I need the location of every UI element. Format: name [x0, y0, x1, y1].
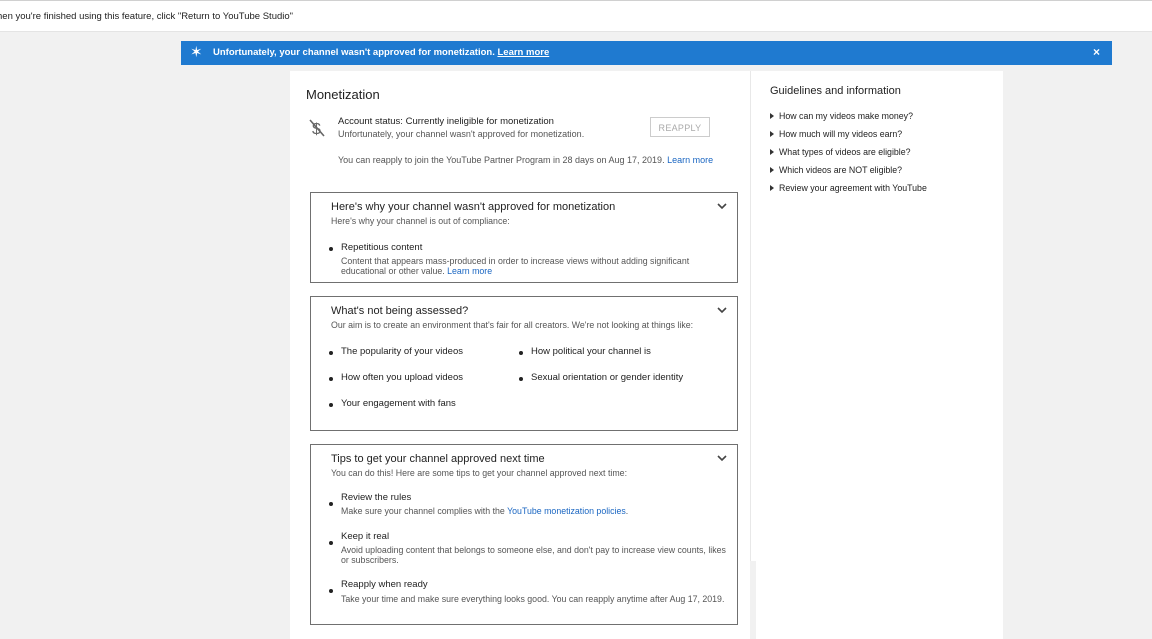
guideline-item[interactable]: What types of videos are eligible?: [770, 147, 911, 157]
bullet: [329, 377, 333, 381]
tip-description: Make sure your channel complies with the…: [341, 506, 735, 516]
guideline-label: Which videos are NOT eligible?: [779, 165, 903, 175]
tip-desc-text: Make sure your channel complies with the: [341, 506, 508, 516]
caret-right-icon: [770, 112, 774, 119]
no-dollar-icon: $: [309, 119, 325, 138]
why-learn-more-link[interactable]: Learn more: [447, 266, 492, 276]
top-notice-text: hen you're finished using this feature, …: [0, 11, 294, 22]
bullet: [329, 589, 333, 593]
why-item-title: Repetitious content: [341, 242, 423, 253]
banner-text: Unfortunately, your channel wasn't appro…: [213, 47, 549, 58]
monetization-card: Monetization $ Account status: Currently…: [290, 71, 750, 639]
banner-learn-more-link[interactable]: Learn more: [497, 47, 549, 58]
why-panel-title: Here's why your channel wasn't approved …: [331, 201, 616, 213]
chevron-down-icon[interactable]: [717, 203, 727, 210]
assessed-item: How political your channel is: [531, 346, 651, 357]
bullet: [329, 502, 333, 506]
caret-right-icon: [770, 130, 774, 137]
why-item-desc-text: Content that appears mass-produced in or…: [341, 256, 690, 276]
star-icon: ✶: [190, 44, 203, 61]
tips-panel-title: Tips to get your channel approved next t…: [331, 453, 545, 465]
caret-right-icon: [770, 148, 774, 155]
close-icon[interactable]: ×: [1093, 45, 1100, 59]
not-assessed-panel: What's not being assessed? Our aim is to…: [310, 296, 738, 431]
assessed-item: Sexual orientation or gender identity: [531, 372, 684, 383]
reapply-note-text: You can reapply to join the YouTube Part…: [338, 155, 665, 165]
reapply-button[interactable]: REAPPLY: [650, 117, 710, 137]
tips-panel-subtitle: You can do this! Here are some tips to g…: [331, 468, 628, 478]
guideline-item[interactable]: Which videos are NOT eligible?: [770, 165, 902, 175]
guideline-item[interactable]: How can my videos make money?: [770, 111, 913, 121]
banner-message: Unfortunately, your channel wasn't appro…: [213, 47, 495, 58]
guidelines-title: Guidelines and information: [770, 85, 901, 97]
tips-panel: Tips to get your channel approved next t…: [310, 444, 738, 625]
why-item-description: Content that appears mass-produced in or…: [341, 256, 735, 276]
guideline-item[interactable]: Review your agreement with YouTube: [770, 183, 927, 193]
reapply-learn-more-link[interactable]: Learn more: [667, 155, 713, 165]
guideline-label: How can my videos make money?: [779, 111, 913, 121]
guideline-label: How much will my videos earn?: [779, 129, 903, 139]
bullet: [329, 403, 333, 407]
bullet: [329, 351, 333, 355]
account-status-sub: Unfortunately, your channel wasn't appro…: [338, 129, 585, 139]
reapply-note: You can reapply to join the YouTube Part…: [338, 155, 713, 165]
assessed-item: How often you upload videos: [341, 372, 463, 383]
tip-description: Take your time and make sure everything …: [341, 594, 725, 604]
monetization-banner: ✶ Unfortunately, your channel wasn't app…: [181, 41, 1112, 65]
why-not-approved-panel: Here's why your channel wasn't approved …: [310, 192, 738, 283]
guideline-label: Review your agreement with YouTube: [779, 183, 927, 193]
caret-right-icon: [770, 184, 774, 191]
assessed-panel-subtitle: Our aim is to create an environment that…: [331, 320, 694, 330]
top-notice-bar: hen you're finished using this feature, …: [0, 0, 1152, 32]
guidelines-card: Guidelines and information How can my vi…: [756, 71, 1003, 639]
guideline-label: What types of videos are eligible?: [779, 147, 911, 157]
bullet: [519, 377, 523, 381]
chevron-down-icon[interactable]: [717, 307, 727, 314]
guideline-item[interactable]: How much will my videos earn?: [770, 129, 902, 139]
bullet: [329, 247, 333, 251]
why-panel-subtitle: Here's why your channel is out of compli…: [331, 216, 510, 226]
tip-description: Avoid uploading content that belongs to …: [341, 545, 726, 565]
tip-title: Reapply when ready: [341, 579, 428, 590]
assessed-panel-title: What's not being assessed?: [331, 305, 469, 317]
bullet: [519, 351, 523, 355]
bullet: [329, 541, 333, 545]
monetization-policies-link[interactable]: YouTube monetization policies: [507, 506, 626, 516]
chevron-down-icon[interactable]: [717, 455, 727, 462]
page-title: Monetization: [306, 87, 380, 102]
account-status-label: Account status: Currently ineligible for…: [338, 116, 554, 127]
tip-desc-end: .: [625, 506, 629, 516]
assessed-item: The popularity of your videos: [341, 346, 463, 357]
caret-right-icon: [770, 166, 774, 173]
assessed-item: Your engagement with fans: [341, 398, 456, 409]
tip-title: Keep it real: [341, 531, 390, 542]
tip-title: Review the rules: [341, 492, 412, 503]
